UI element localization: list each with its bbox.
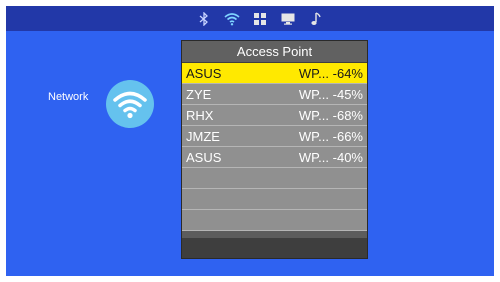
network-wifi-icon[interactable] [106,80,154,128]
status-bar [6,6,494,31]
ap-info: WP... -68% [299,105,363,126]
empty-row [182,189,367,210]
ap-signal: -68% [332,108,363,123]
apps-icon[interactable] [252,11,268,27]
tv-screen: Network Access Point ASUS WP... -64% ZYE… [6,6,494,276]
access-point-row[interactable]: ASUS WP... -40% [182,147,367,168]
music-icon[interactable] [308,11,324,27]
ap-name: RHX [186,108,214,123]
ap-name: JMZE [186,129,220,144]
panel-title: Access Point [182,41,367,63]
ap-info: WP... -66% [299,126,363,147]
ap-info: WP... -45% [299,84,363,105]
empty-row [182,168,367,189]
ap-info: WP... -64% [299,63,363,84]
ap-security: WP... [298,129,330,144]
ap-info: WP... -40% [299,147,363,168]
panel-footer [182,238,367,258]
bluetooth-icon[interactable] [196,11,212,27]
ap-name: ASUS [186,150,222,165]
access-point-row[interactable]: ASUS WP... -64% [182,63,367,84]
network-label: Network [48,91,89,103]
display-icon[interactable] [280,11,296,27]
ap-signal: -45% [332,87,363,102]
access-point-row[interactable]: ZYE WP... -45% [182,84,367,105]
ap-security: WP... [298,87,330,102]
ap-signal: -66% [332,129,363,144]
empty-row [182,210,367,231]
access-point-row[interactable]: JMZE WP... -66% [182,126,367,147]
ap-name: ZYE [186,87,212,102]
access-point-row[interactable]: RHX WP... -68% [182,105,367,126]
wifi-icon[interactable] [224,11,240,27]
status-icons [196,10,324,27]
ap-signal: -64% [332,66,363,81]
ap-security: WP... [298,108,330,123]
ap-security: WP... [298,66,330,81]
ap-signal: -40% [332,150,363,165]
ap-name: ASUS [186,66,222,81]
ap-security: WP... [298,150,330,165]
access-point-panel: Access Point ASUS WP... -64% ZYE WP... -… [181,40,368,259]
